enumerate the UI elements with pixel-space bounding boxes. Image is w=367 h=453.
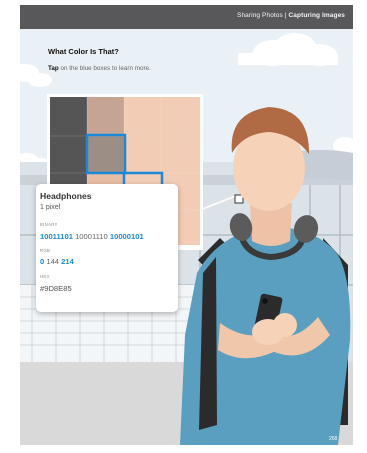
rgb-label: RGB bbox=[40, 248, 51, 253]
instruction-action: Tap bbox=[48, 65, 59, 72]
lesson-heading: What Color Is That? bbox=[48, 47, 119, 56]
binary-red: 10011101 bbox=[40, 232, 73, 241]
section-name: Sharing Photos bbox=[237, 12, 283, 19]
lesson-instruction: Tap on the blue boxes to learn more. bbox=[48, 65, 151, 72]
lesson-page: Sharing Photos | Capturing Images What C… bbox=[20, 5, 353, 445]
sample-pixel-marker[interactable] bbox=[234, 194, 244, 204]
rgb-values: 0 144 214 bbox=[40, 257, 74, 266]
page-number: 268 bbox=[329, 436, 338, 442]
color-info-popup: Headphones 1 pixel BINARY 10011101 10001… bbox=[36, 184, 178, 312]
popup-subtitle: 1 pixel bbox=[40, 204, 61, 211]
top-bar: Sharing Photos | Capturing Images bbox=[20, 5, 353, 29]
hex-value: #9D8E85 bbox=[40, 284, 72, 293]
binary-green: 10001110 bbox=[75, 232, 108, 241]
instruction-text: on the blue boxes to learn more. bbox=[58, 65, 151, 72]
rgb-red: 0 bbox=[40, 257, 45, 266]
popup-title: Headphones bbox=[40, 191, 92, 201]
binary-values: 10011101 10001110 10000101 bbox=[40, 232, 144, 241]
rgb-blue: 214 bbox=[61, 257, 74, 266]
binary-label: BINARY bbox=[40, 222, 58, 227]
binary-blue: 10000101 bbox=[109, 232, 144, 241]
chapter-name: Capturing Images bbox=[288, 12, 345, 19]
rgb-green: 144 bbox=[46, 257, 60, 266]
hex-label: HEX bbox=[40, 274, 50, 279]
breadcrumb: Sharing Photos | Capturing Images bbox=[237, 12, 345, 19]
